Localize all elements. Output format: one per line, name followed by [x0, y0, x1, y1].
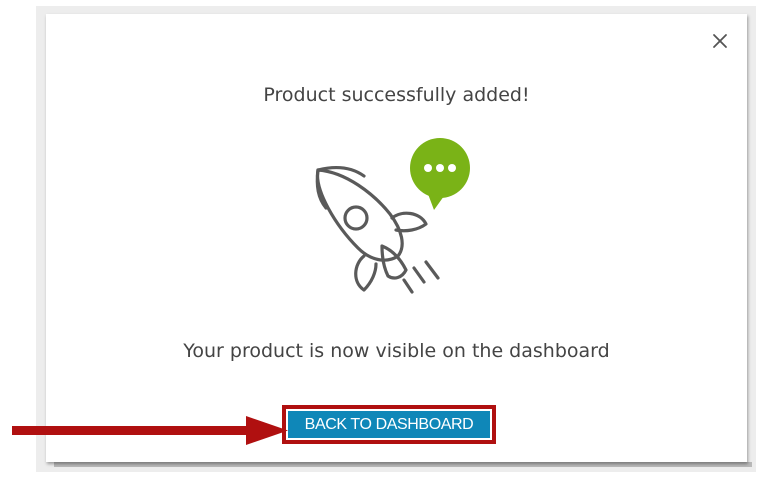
- success-dialog: Product successfully added! Your product…: [46, 14, 747, 462]
- chat-bubble-icon: [410, 138, 470, 210]
- button-highlight-box: BACK TO DASHBOARD: [282, 405, 496, 444]
- rocket-illustration: [315, 138, 470, 294]
- arrow-right-icon: [12, 416, 288, 445]
- dialog-message: Your product is now visible on the dashb…: [183, 340, 610, 362]
- dialog-title: Product successfully added!: [263, 84, 530, 106]
- close-icon[interactable]: [709, 30, 731, 52]
- modal-shadow-edge: [54, 462, 752, 467]
- page: Product successfully added! Your product…: [0, 0, 760, 492]
- back-to-dashboard-button[interactable]: BACK TO DASHBOARD: [288, 411, 490, 438]
